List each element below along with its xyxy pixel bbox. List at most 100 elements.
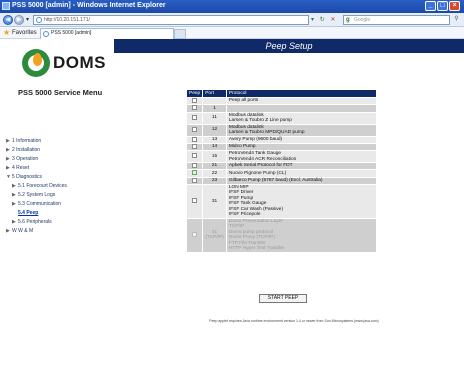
table-row: 21 Apbek Serial Protocol for FDT [185, 162, 378, 171]
page-icon [36, 17, 42, 23]
peep-checkbox[interactable] [192, 198, 198, 204]
peep-cell [185, 96, 204, 106]
port-cell: 11 [202, 111, 227, 125]
search-placeholder: Google [354, 17, 371, 23]
peep-table: Peep Port Protocol Peep all ports 1 11 Mod… [185, 89, 378, 253]
peep-checkbox[interactable] [192, 177, 198, 183]
history-dropdown-icon[interactable]: ▾ [26, 16, 29, 23]
table-row: 1 [185, 104, 378, 113]
sidebar-item[interactable]: ▶ 3 Operation [6, 155, 114, 163]
doms-logo: DOMS [22, 49, 106, 77]
sidebar-item-label: 5.2 System Logs [18, 192, 56, 198]
sidebar-item-label: 2 Installation [12, 147, 41, 153]
protocol-line: IFSF Pricepole [228, 212, 261, 218]
peep-checkbox [192, 232, 198, 238]
protocol-cell: Peep all ports [225, 96, 378, 106]
table-row: 15 PetroVend4 Tank Gauge PetroVend4 ACR Re… [185, 150, 378, 164]
sidebar-item[interactable]: ▶ 5.2 System Logs [6, 191, 114, 199]
sidebar-item[interactable]: ▶ 1 Information [6, 137, 114, 145]
peep-cell [185, 176, 204, 185]
protocol-cell: Apbek Serial Protocol for FDT [225, 162, 378, 171]
table-row: 11 Modbus datalink Larsen & Toubro Z Line … [185, 111, 378, 125]
sidebar-item[interactable]: ▶ 5.1 Forecourt Devices [6, 182, 114, 190]
port-cell: 12 [202, 123, 227, 137]
table-header-row: Peep Port Protocol [185, 89, 378, 98]
logo-text: DOMS [53, 53, 106, 72]
protocol-line: Nuovo Pignone Pump (CL) [228, 170, 287, 176]
port-cell: 23 [202, 176, 227, 185]
peep-checkbox[interactable] [192, 114, 198, 120]
table-row: 13 Avery Pump (9600 baud) [185, 135, 378, 144]
maximize-button[interactable]: □ [437, 1, 448, 11]
main-panel: Peep Setup Peep Port Protocol Peep all p… [114, 39, 464, 372]
protocol-cell: Modbus datalink Larsen & Toubro MPD/QUAD … [225, 123, 378, 137]
peep-cell [185, 150, 204, 164]
new-tab-button[interactable] [174, 29, 186, 39]
port-cell: 22 [202, 169, 227, 178]
sidebar-item[interactable]: ▶5.4 Peep [6, 209, 114, 217]
port-cell: 41 (TCP/IP) [202, 217, 227, 253]
protocol-cell: LON MIP IFSF Driver IFSF Pump IFSF Tank Gau… [225, 183, 378, 219]
table-row: 41 (TCP/IP) Doms Presentation Layer TCP/IP… [185, 217, 378, 253]
peep-cell [185, 217, 204, 253]
stop-icon[interactable]: ✕ [330, 17, 337, 23]
peep-cell [185, 104, 204, 113]
search-icon[interactable]: ⚲ [451, 15, 462, 25]
protocol-cell: Modbus datalink Larsen & Toubro Z Line pu… [225, 111, 378, 125]
page-content: DOMS PSS 5000 Service Menu ▶ 1 Informatio… [0, 39, 464, 372]
peep-checkbox[interactable] [192, 136, 198, 142]
peep-cell [185, 142, 204, 152]
sidebar-item[interactable]: ▶ 2 Installation [6, 146, 114, 154]
sidebar-item-label: 4 Reset [12, 165, 30, 171]
search-input[interactable]: g Google [343, 15, 450, 25]
sidebar-item-label: 1 Information [12, 138, 42, 144]
peep-checkbox[interactable] [192, 126, 198, 132]
sidebar-item[interactable]: ▶ 5.3 Communication [6, 200, 114, 208]
peep-checkbox[interactable] [192, 143, 198, 149]
peep-checkbox[interactable] [192, 98, 198, 103]
refresh-icon[interactable]: ↻ [320, 17, 327, 23]
favorites-button[interactable]: ★ Favorites [3, 28, 37, 38]
protocol-line: Avery Pump (9600 baud) [228, 136, 283, 142]
header-protocol: Protocol [225, 89, 378, 98]
sidebar-item-label: 5.4 Peep [18, 210, 39, 216]
window-title: PSS 5000 [admin] - Windows Internet Expl… [12, 2, 166, 9]
close-button[interactable]: × [449, 1, 460, 11]
peep-checkbox[interactable] [192, 105, 198, 111]
favorites-bar: ★ Favorites PSS 5000 [admin] [0, 27, 464, 39]
favorites-label: Favorites [12, 30, 37, 36]
browser-tab[interactable]: PSS 5000 [admin] [40, 28, 174, 39]
header-peep: Peep [185, 89, 204, 98]
sidebar-item[interactable]: ▶ 5.6 Peripherals [6, 218, 114, 226]
url-input[interactable]: http://10.20.151.171/ [33, 15, 309, 25]
protocol-cell: Gilbarco Pump (5787 baud) (Excl. Austral… [225, 176, 378, 185]
back-arrow-icon[interactable]: ◀ [3, 15, 13, 25]
start-peep-button[interactable]: START PEEP [259, 294, 307, 303]
port-cell: 1 [202, 104, 227, 113]
protocol-cell: Doms Presentation Layer TCP/IP Doms pump p… [225, 217, 378, 253]
tab-title: PSS 5000 [admin] [51, 30, 92, 36]
port-cell: 15 [202, 150, 227, 164]
sidebar-item[interactable]: ▼5 Diagnostics [6, 173, 114, 181]
sidebar-item-label: 5.6 Peripherals [18, 219, 52, 225]
sidebar-item[interactable]: ▶ 4 Reset [6, 164, 114, 172]
star-icon: ★ [3, 28, 11, 37]
protocol-line: Larsen & Toubro Z Line pump [228, 118, 292, 124]
peep-checkbox[interactable] [192, 163, 198, 169]
peep-cell [185, 162, 204, 171]
peep-checkbox[interactable] [192, 153, 198, 159]
logo-drop-icon [33, 53, 42, 66]
browser-window: PSS 5000 [admin] - Windows Internet Expl… [0, 0, 464, 372]
protocol-line: Apbek Serial Protocol for FDT [228, 163, 293, 169]
java-requirement-note: Peep applet requires Java runtime enviro… [209, 319, 379, 323]
sidebar-item[interactable]: ▶ W W & M [6, 227, 114, 235]
service-menu: ▶ 1 Information ▶ 2 Installation ▶ 3 Operatio… [6, 137, 114, 236]
url-controls[interactable]: ▾ ↻ ✕ [311, 15, 337, 25]
protocol-cell: Avery Pump (9600 baud) [225, 135, 378, 144]
peep-cell [185, 183, 204, 219]
sidebar-item-label: 3 Operation [12, 156, 39, 162]
minimize-button[interactable]: _ [425, 1, 436, 11]
peep-checkbox[interactable] [192, 170, 198, 176]
forward-arrow-icon[interactable]: ▶ [14, 15, 24, 25]
protocol-cell: PetroVend4 Tank Gauge PetroVend4 ACR Reco… [225, 150, 378, 164]
